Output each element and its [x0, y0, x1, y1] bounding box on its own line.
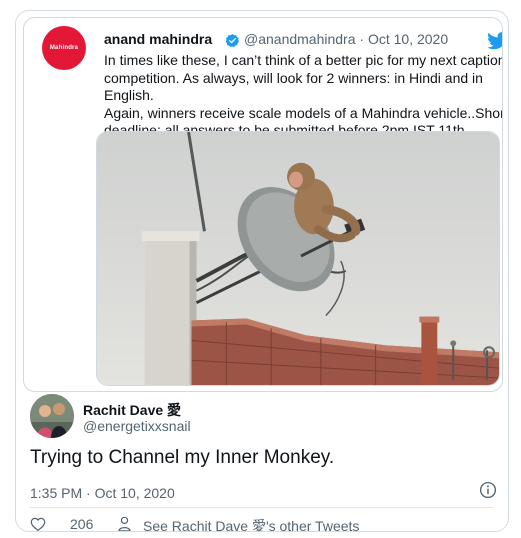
heart-icon[interactable] — [30, 516, 46, 532]
actions-divider — [30, 507, 494, 508]
monkey-on-satellite-dish-photo[interactable] — [96, 131, 500, 386]
person-icon — [118, 516, 131, 531]
avatar-logo-text: Mahindra — [49, 45, 79, 51]
like-count[interactable]: 206 — [70, 516, 93, 531]
see-other-tweets-link[interactable]: See Rachit Dave 愛's other Tweets — [143, 516, 359, 531]
mahindra-avatar[interactable]: Mahindra — [42, 26, 86, 70]
quoted-author-name[interactable]: anand mahindra — [104, 31, 212, 47]
tweet-timestamp[interactable]: 1:35 PM · Oct 10, 2020 — [30, 485, 175, 501]
reply-author-name[interactable]: Rachit Dave 愛 — [83, 400, 181, 420]
reply-tweet-text: Trying to Channel my Inner Monkey. — [30, 447, 335, 468]
embedded-tweet-card: Mahindra anand mahindra @anandmahindra ·… — [15, 10, 509, 532]
quoted-handle-date[interactable]: @anandmahindra · Oct 10, 2020 — [244, 31, 448, 47]
reply-author-handle[interactable]: @energetixxsnail — [83, 418, 191, 434]
info-icon[interactable] — [479, 481, 497, 499]
rachit-dave-avatar[interactable] — [30, 394, 74, 438]
twitter-bird-icon[interactable] — [487, 32, 503, 50]
quoted-tweet[interactable]: Mahindra anand mahindra @anandmahindra ·… — [23, 17, 503, 392]
verified-badge-icon — [225, 33, 240, 48]
